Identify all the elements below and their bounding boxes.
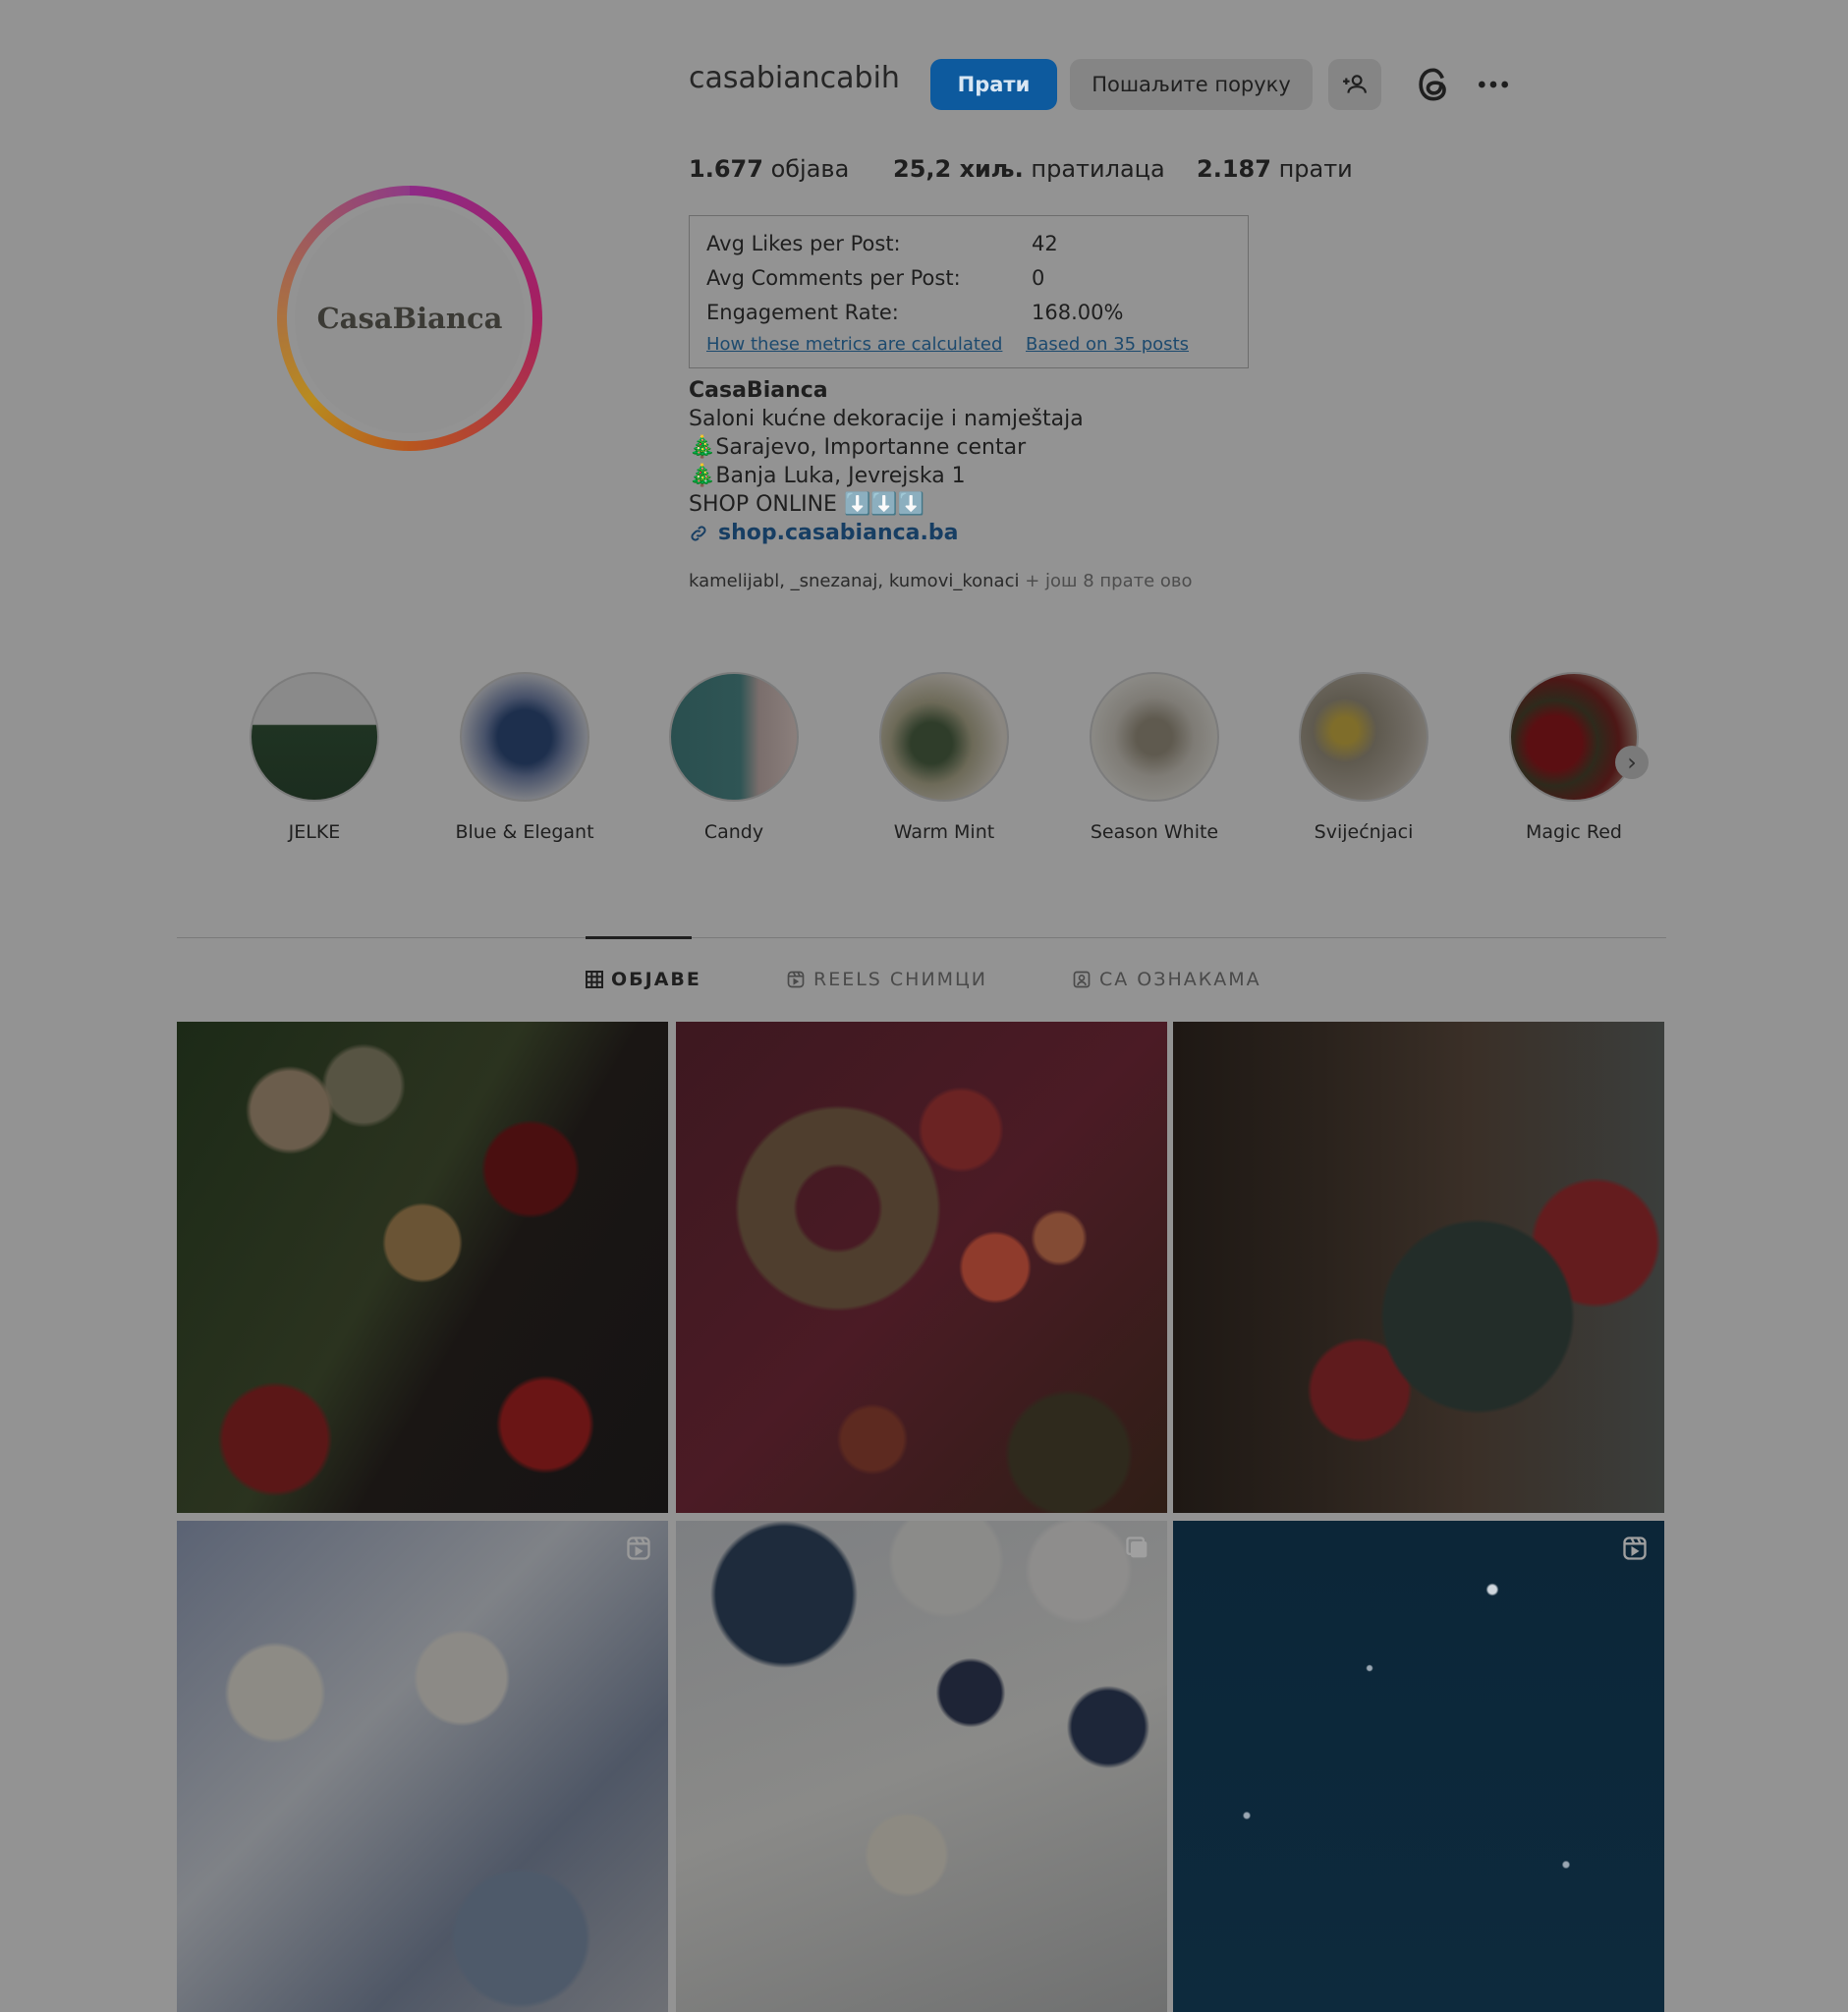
- avatar[interactable]: CasaBianca: [295, 203, 525, 433]
- followers-stat[interactable]: 25,2 хиљ. пратилаца: [893, 155, 1165, 183]
- avg-comments-value: 0: [1032, 266, 1045, 290]
- highlight-magic-red[interactable]: [1509, 672, 1639, 802]
- highlight-label: Svijećnjaci: [1314, 821, 1414, 843]
- metrics-info-link[interactable]: How these metrics are calculated: [706, 334, 1002, 355]
- highlight-warm-mint[interactable]: [879, 672, 1009, 802]
- send-message-button[interactable]: Пошаљите поруку: [1070, 59, 1313, 110]
- followed-by[interactable]: kamelijabl, _snezanaj, kumovi_konaci + ј…: [689, 571, 1193, 591]
- person-add-icon: [1343, 75, 1367, 93]
- more-options-icon[interactable]: [1474, 65, 1513, 104]
- highlight-svijecnjaci[interactable]: [1299, 672, 1428, 802]
- highlight-jelke[interactable]: [250, 672, 379, 802]
- engagement-metrics-panel: Avg Likes per Post: 42 Avg Comments per …: [689, 215, 1249, 368]
- tagged-icon: [1073, 971, 1091, 988]
- website-link[interactable]: shop.casabianca.ba: [718, 521, 958, 545]
- tab-reels[interactable]: REELS СНИМЦИ: [786, 969, 987, 990]
- post-thumbnail[interactable]: [1173, 1022, 1664, 1513]
- avg-likes-value: 42: [1032, 232, 1058, 255]
- highlight-season-white[interactable]: [1090, 672, 1219, 802]
- profile-display-name: CasaBianca: [689, 378, 828, 403]
- post-thumbnail[interactable]: [1173, 1521, 1664, 2012]
- tab-posts[interactable]: ОБЈАВЕ: [586, 969, 701, 990]
- bio-line: SHOP ONLINE ⬇️⬇️⬇️: [689, 492, 925, 517]
- bio-line: Saloni kućne dekoracije i namještaja: [689, 407, 1084, 431]
- engagement-rate-value: 168.00%: [1032, 301, 1124, 324]
- tab-tagged[interactable]: СА ОЗНАКАМА: [1072, 969, 1261, 990]
- reel-icon: [627, 1537, 650, 1560]
- highlight-candy[interactable]: [669, 672, 799, 802]
- followed-by-more[interactable]: + још 8 прате ово: [1025, 571, 1192, 591]
- reel-icon: [1623, 1537, 1647, 1560]
- follow-button[interactable]: Прати: [930, 59, 1057, 110]
- chevron-right-icon[interactable]: ›: [1615, 746, 1649, 779]
- avg-likes-label: Avg Likes per Post:: [706, 232, 901, 255]
- highlight-blue-elegant[interactable]: [460, 672, 589, 802]
- highlight-label: Season White: [1090, 821, 1219, 843]
- posts-stat: 1.677 објава: [689, 155, 850, 183]
- post-thumbnail[interactable]: [676, 1022, 1167, 1513]
- highlight-label: JELKE: [288, 821, 341, 843]
- bio-website[interactable]: shop.casabianca.ba: [689, 521, 958, 545]
- suggested-users-button[interactable]: [1328, 59, 1381, 110]
- link-icon: [691, 525, 706, 541]
- highlight-label: Magic Red: [1526, 821, 1622, 843]
- profile-username: casabiancabih: [689, 61, 900, 95]
- bio-line: 🎄Sarajevo, Importanne centar: [689, 435, 1027, 460]
- following-stat[interactable]: 2.187 прати: [1197, 155, 1353, 183]
- tabs-divider: [177, 937, 1666, 938]
- post-thumbnail[interactable]: [177, 1022, 668, 1513]
- active-tab-indicator: [586, 936, 692, 939]
- metrics-sample-link[interactable]: Based on 35 posts: [1026, 334, 1189, 355]
- grid-icon: [586, 971, 603, 988]
- post-thumbnail[interactable]: [676, 1521, 1167, 2012]
- reels-icon: [787, 971, 805, 988]
- carousel-icon: [1126, 1537, 1148, 1558]
- highlight-label: Warm Mint: [893, 821, 995, 843]
- bio-line: 🎄Banja Luka, Jevrejska 1: [689, 464, 966, 488]
- followed-by-names[interactable]: kamelijabl, _snezanaj, kumovi_konaci: [689, 571, 1019, 591]
- highlight-label: Blue & Elegant: [455, 821, 594, 843]
- threads-icon[interactable]: [1412, 63, 1455, 106]
- highlight-label: Candy: [703, 821, 764, 843]
- post-thumbnail[interactable]: [177, 1521, 668, 2012]
- engagement-rate-label: Engagement Rate:: [706, 301, 899, 324]
- avg-comments-label: Avg Comments per Post:: [706, 266, 961, 290]
